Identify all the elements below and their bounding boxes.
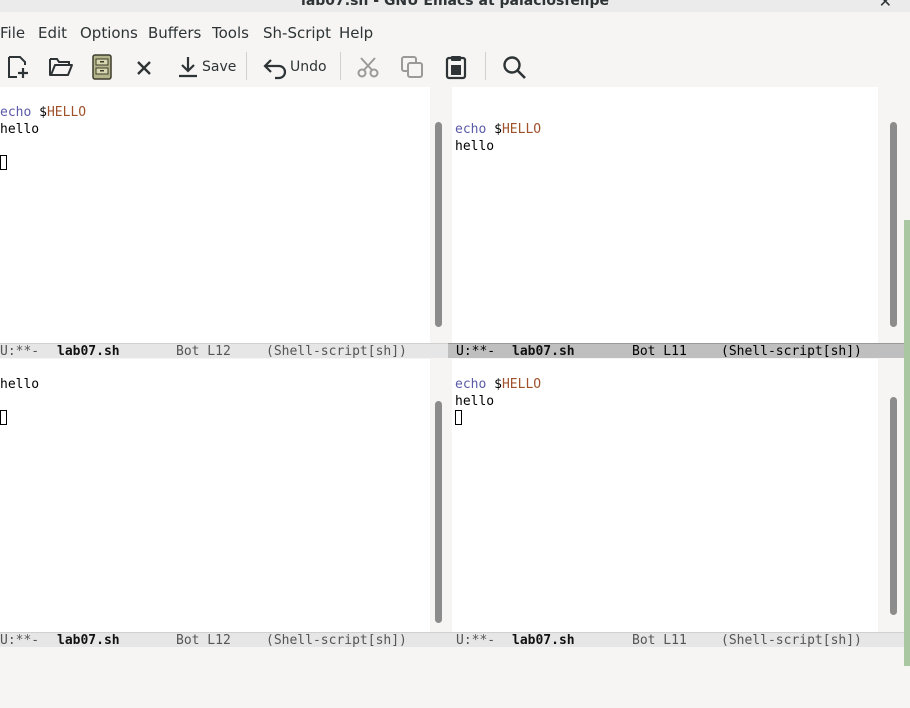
clipboard-icon [445, 56, 467, 80]
modeline-major-mode[interactable]: (Shell-script[sh]) [266, 633, 407, 648]
buffer-text: echo $HELLO hello [0, 87, 86, 206]
toolbar-separator [246, 52, 247, 80]
menu-options[interactable]: Options [80, 24, 138, 42]
title-bar: lab07.sh - GNU Emacs at palaciosfelipe ✕ [0, 0, 910, 12]
menu-bar: File Edit Options Buffers Tools Sh-Scrip… [0, 20, 910, 45]
buffer-text: hello [0, 359, 39, 461]
new-file-icon [8, 56, 28, 78]
code-line: echo $HELLO [0, 105, 87, 120]
modeline-position: Bot L12 [176, 633, 231, 648]
toolbar-separator [340, 52, 341, 80]
code-line: echo $HELLO [455, 377, 542, 392]
file-cabinet-icon [92, 54, 112, 80]
menu-tools[interactable]: Tools [212, 24, 249, 42]
code-line: hello [455, 139, 495, 154]
search-icon [503, 56, 526, 79]
modeline-major-mode[interactable]: (Shell-script[sh]) [266, 344, 407, 359]
modeline-buffer-name[interactable]: lab07.sh [512, 344, 575, 359]
buffer-text: echo $HELLO hello [455, 359, 541, 461]
save-label: Save [202, 59, 237, 75]
code-line: hello [0, 122, 40, 137]
text-cursor [455, 410, 462, 425]
modeline-position: Bot L11 [632, 344, 687, 359]
mode-line-bottom-right[interactable]: U:**- lab07.sh Bot L11 (Shell-script[sh]… [448, 632, 904, 648]
code-line: hello [455, 394, 495, 409]
scroll-thumb[interactable] [890, 397, 897, 615]
menu-sh-script[interactable]: Sh-Script [263, 24, 331, 42]
modeline-major-mode[interactable]: (Shell-script[sh]) [721, 344, 862, 359]
modeline-status: U:**- [456, 344, 496, 359]
save-download-icon [179, 57, 197, 78]
window-title: lab07.sh - GNU Emacs at palaciosfelipe [301, 0, 609, 9]
text-cursor [0, 155, 7, 170]
modeline-position: Bot L11 [632, 633, 687, 648]
editor-pane-bottom-left[interactable]: hello [0, 359, 430, 632]
undo-button[interactable]: Undo [262, 52, 327, 82]
scrollbar-bottom-left[interactable] [430, 359, 448, 632]
text-cursor [0, 410, 7, 425]
modeline-buffer-name[interactable]: lab07.sh [512, 633, 575, 648]
editor-pane-bottom-right[interactable]: echo $HELLO hello [452, 359, 878, 632]
close-x-icon [137, 61, 151, 75]
echo-area[interactable] [0, 647, 910, 666]
scrollbar-top-left[interactable] [430, 87, 448, 343]
buffer-text: echo $HELLO hello [455, 104, 541, 189]
mode-line-top-left[interactable]: U:**- lab07.sh Bot L12 (Shell-script[sh]… [0, 343, 448, 359]
menu-help[interactable]: Help [339, 24, 373, 42]
scrollbar-bottom-right[interactable] [878, 359, 904, 632]
copy-button[interactable] [399, 52, 425, 82]
modeline-buffer-name[interactable]: lab07.sh [57, 633, 120, 648]
code-line: hello [0, 377, 40, 392]
dired-button[interactable] [91, 52, 113, 82]
code-line: echo $HELLO [455, 122, 542, 137]
modeline-status: U:**- [0, 633, 40, 648]
mode-line-bottom-left[interactable]: U:**- lab07.sh Bot L12 (Shell-script[sh]… [0, 632, 448, 648]
search-button[interactable] [501, 52, 527, 82]
toolbar-separator [485, 52, 486, 80]
copy-icon [401, 56, 423, 78]
modeline-status: U:**- [456, 633, 496, 648]
cut-button[interactable] [355, 52, 381, 82]
menu-edit[interactable]: Edit [38, 24, 67, 42]
open-file-button[interactable] [47, 52, 75, 82]
menu-buffers[interactable]: Buffers [148, 24, 201, 42]
editor-pane-top-right[interactable]: echo $HELLO hello [452, 87, 878, 343]
scroll-thumb[interactable] [890, 122, 897, 327]
tool-bar: Save Undo [0, 46, 910, 86]
desktop-background [904, 220, 910, 666]
scroll-thumb[interactable] [435, 122, 442, 327]
undo-label: Undo [290, 59, 327, 75]
modeline-major-mode[interactable]: (Shell-script[sh]) [721, 633, 862, 648]
save-button[interactable]: Save [176, 52, 236, 82]
modeline-buffer-name[interactable]: lab07.sh [57, 344, 120, 359]
modeline-status: U:**- [0, 344, 40, 359]
scrollbar-top-right[interactable] [878, 87, 904, 343]
folder-open-icon [49, 58, 73, 76]
scroll-thumb[interactable] [435, 401, 442, 623]
mode-line-top-right[interactable]: U:**- lab07.sh Bot L11 (Shell-script[sh]… [448, 343, 904, 359]
undo-icon [263, 59, 287, 80]
modeline-position: Bot L12 [176, 344, 231, 359]
kill-buffer-button[interactable] [135, 52, 153, 82]
editor-pane-top-left[interactable]: echo $HELLO hello [0, 87, 430, 343]
close-icon[interactable]: ✕ [879, 0, 892, 11]
scissors-icon [357, 57, 379, 78]
paste-button[interactable] [443, 52, 469, 82]
new-file-button[interactable] [5, 52, 31, 82]
menu-file[interactable]: File [0, 24, 25, 42]
